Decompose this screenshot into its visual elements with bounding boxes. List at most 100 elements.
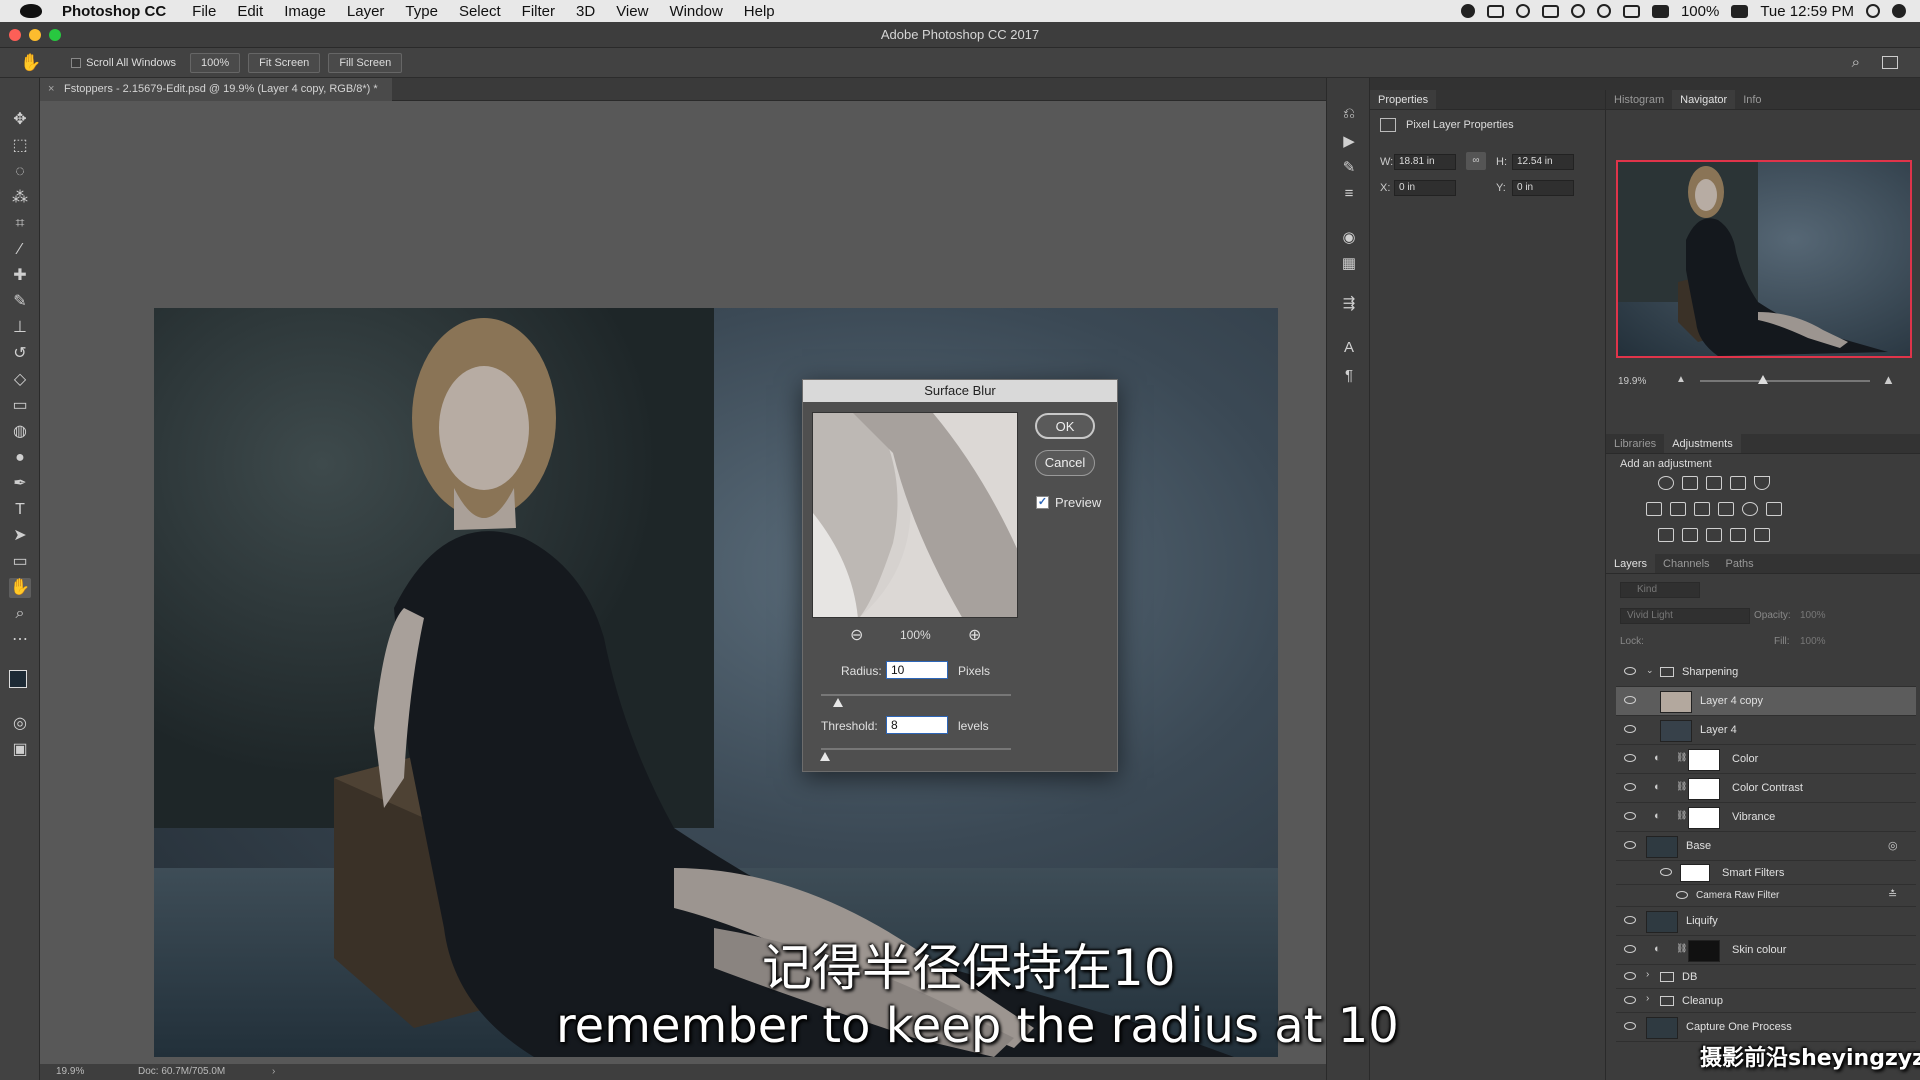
layer-row-vibrance[interactable]: ◐ ⛓ Vibrance bbox=[1616, 803, 1916, 832]
visibility-eye-icon[interactable] bbox=[1624, 996, 1636, 1004]
grid-panel-icon[interactable]: ▦ bbox=[1340, 256, 1358, 272]
layer-kind-filter[interactable]: Kind bbox=[1620, 582, 1700, 598]
battery-icon[interactable] bbox=[1731, 4, 1749, 18]
dodge-tool-icon[interactable]: ● bbox=[9, 448, 31, 468]
visibility-eye-icon[interactable] bbox=[1624, 725, 1636, 733]
levels-icon[interactable] bbox=[1682, 476, 1698, 490]
mask-link-icon[interactable]: ⛓ bbox=[1676, 781, 1687, 792]
visibility-eye-icon[interactable] bbox=[1624, 916, 1636, 924]
siri-icon[interactable] bbox=[1892, 4, 1906, 18]
width-field[interactable]: 18.81 in bbox=[1394, 154, 1456, 170]
pen-tool-icon[interactable]: ✒ bbox=[9, 474, 31, 494]
crop-tool-icon[interactable]: ⌗ bbox=[9, 214, 31, 234]
color-lookup-icon[interactable] bbox=[1766, 502, 1782, 516]
brush-tool-icon[interactable]: ✎ bbox=[9, 292, 31, 312]
mask-link-icon[interactable]: ⛓ bbox=[1676, 943, 1687, 954]
menu-view[interactable]: View bbox=[616, 3, 648, 20]
volume-icon[interactable] bbox=[1651, 4, 1669, 18]
navigator-zoom[interactable]: 19.9% bbox=[1618, 376, 1646, 387]
tab-channels[interactable]: Channels bbox=[1655, 554, 1717, 573]
zoom-tool-icon[interactable]: ⌕ bbox=[9, 604, 31, 624]
height-field[interactable]: 12.54 in bbox=[1512, 154, 1574, 170]
rectangle-tool-icon[interactable]: ▭ bbox=[9, 552, 31, 572]
radius-input[interactable]: 10 bbox=[886, 661, 948, 679]
zoom-in-icon[interactable]: ⊕ bbox=[968, 625, 981, 645]
visibility-eye-icon[interactable] bbox=[1624, 1022, 1636, 1030]
vibrance-icon[interactable] bbox=[1754, 476, 1770, 490]
magic-wand-tool-icon[interactable]: ⁂ bbox=[9, 188, 31, 208]
creative-cloud-icon[interactable] bbox=[1515, 4, 1530, 18]
close-tab-icon[interactable]: × bbox=[48, 78, 54, 101]
wifi-icon[interactable] bbox=[1596, 4, 1611, 18]
navigator-thumbnail[interactable] bbox=[1616, 160, 1912, 358]
zoom-100-button[interactable]: 100% bbox=[190, 52, 241, 73]
link-dimensions-icon[interactable]: ∞ bbox=[1466, 152, 1486, 170]
menu-window[interactable]: Window bbox=[669, 3, 722, 20]
fill-value[interactable]: 100% bbox=[1800, 636, 1826, 647]
layer-row-capture-one-process[interactable]: Capture One Process bbox=[1616, 1013, 1916, 1042]
layer-row-color-contrast[interactable]: ◐ ⛓ Color Contrast bbox=[1616, 774, 1916, 803]
record-icon[interactable] bbox=[1460, 4, 1475, 18]
eraser-tool-icon[interactable]: ◇ bbox=[9, 370, 31, 390]
fill-screen-button[interactable]: Fill Screen bbox=[328, 52, 403, 73]
x-field[interactable]: 0 in bbox=[1394, 180, 1456, 196]
healing-brush-tool-icon[interactable]: ✚ bbox=[9, 266, 31, 286]
layer-row-skin-colour[interactable]: ◐ ⛓ Skin colour bbox=[1616, 936, 1916, 965]
eyedropper-tool-icon[interactable]: ⁄ bbox=[9, 240, 31, 260]
menu-image[interactable]: Image bbox=[284, 3, 326, 20]
lasso-tool-icon[interactable]: ◌ bbox=[9, 162, 31, 182]
tab-adjustments[interactable]: Adjustments bbox=[1664, 434, 1741, 453]
layer-row-layer-4[interactable]: Layer 4 bbox=[1616, 716, 1916, 745]
invert-icon[interactable] bbox=[1658, 528, 1674, 542]
zoom-window-button[interactable] bbox=[49, 29, 61, 41]
visibility-eye-icon[interactable] bbox=[1624, 945, 1636, 953]
minimize-window-button[interactable] bbox=[29, 29, 41, 41]
tab-info[interactable]: Info bbox=[1735, 90, 1769, 109]
scroll-all-windows-checkbox[interactable] bbox=[71, 57, 82, 68]
document-tab[interactable]: × Fstoppers - 2.15679-Edit.psd @ 19.9% (… bbox=[40, 78, 392, 101]
move-tool-icon[interactable]: ✥ bbox=[9, 110, 31, 130]
photo-filter-icon[interactable] bbox=[1718, 502, 1734, 516]
tab-histogram[interactable]: Histogram bbox=[1606, 90, 1672, 109]
visibility-eye-icon[interactable] bbox=[1624, 812, 1636, 820]
brush-settings-panel-icon[interactable]: ≡ bbox=[1340, 186, 1358, 202]
actions-panel-icon[interactable]: ▶ bbox=[1340, 134, 1358, 150]
mask-link-icon[interactable]: ⛓ bbox=[1676, 752, 1687, 763]
more-tools-icon[interactable]: ⋯ bbox=[9, 630, 31, 650]
navigator-zoom-out-icon[interactable]: ▲ bbox=[1676, 374, 1686, 385]
brightness-contrast-icon[interactable] bbox=[1658, 476, 1674, 490]
navigator-zoom-slider[interactable] bbox=[1700, 380, 1870, 382]
menu-edit[interactable]: Edit bbox=[237, 3, 263, 20]
blur-tool-icon[interactable]: ◍ bbox=[9, 422, 31, 442]
threshold-slider-track[interactable] bbox=[821, 748, 1011, 750]
menu-select[interactable]: Select bbox=[459, 3, 501, 20]
paragraph-panel-icon[interactable]: ¶ bbox=[1340, 368, 1358, 384]
menu-filter[interactable]: Filter bbox=[522, 3, 555, 20]
brushes-panel-icon[interactable]: ✎ bbox=[1340, 160, 1358, 176]
status-arrow-icon[interactable]: › bbox=[272, 1064, 275, 1080]
history-panel-icon[interactable]: ⎌ bbox=[1340, 106, 1358, 122]
close-window-button[interactable] bbox=[9, 29, 21, 41]
tab-paths[interactable]: Paths bbox=[1718, 554, 1762, 573]
group-collapsed-icon[interactable]: › bbox=[1646, 969, 1649, 980]
type-tool-icon[interactable]: T bbox=[9, 500, 31, 520]
dropbox-icon[interactable] bbox=[1486, 4, 1504, 18]
threshold-slider-thumb[interactable] bbox=[820, 752, 830, 761]
color-balance-icon[interactable] bbox=[1670, 502, 1686, 516]
threshold-adjustment-icon[interactable] bbox=[1706, 528, 1722, 542]
cancel-button[interactable]: Cancel bbox=[1035, 450, 1095, 476]
gradient-map-icon[interactable] bbox=[1754, 528, 1770, 542]
spotlight-icon[interactable] bbox=[1866, 4, 1880, 18]
filter-preview-pane[interactable] bbox=[812, 412, 1018, 618]
curves-icon[interactable] bbox=[1706, 476, 1722, 490]
menu-3d[interactable]: 3D bbox=[576, 3, 595, 20]
preview-checkbox[interactable]: ✓ bbox=[1036, 496, 1049, 509]
channels-panel-icon[interactable]: ◉ bbox=[1340, 230, 1358, 246]
filter-options-icon[interactable]: ≛ bbox=[1888, 888, 1897, 901]
layer-row-cleanup[interactable]: › Cleanup bbox=[1616, 989, 1916, 1013]
ok-button[interactable]: OK bbox=[1035, 413, 1095, 439]
group-expand-icon[interactable]: ⌄ bbox=[1646, 665, 1654, 676]
menu-layer[interactable]: Layer bbox=[347, 3, 385, 20]
visibility-eye-icon[interactable] bbox=[1624, 841, 1636, 849]
quick-mask-icon[interactable]: ◎ bbox=[9, 714, 31, 734]
